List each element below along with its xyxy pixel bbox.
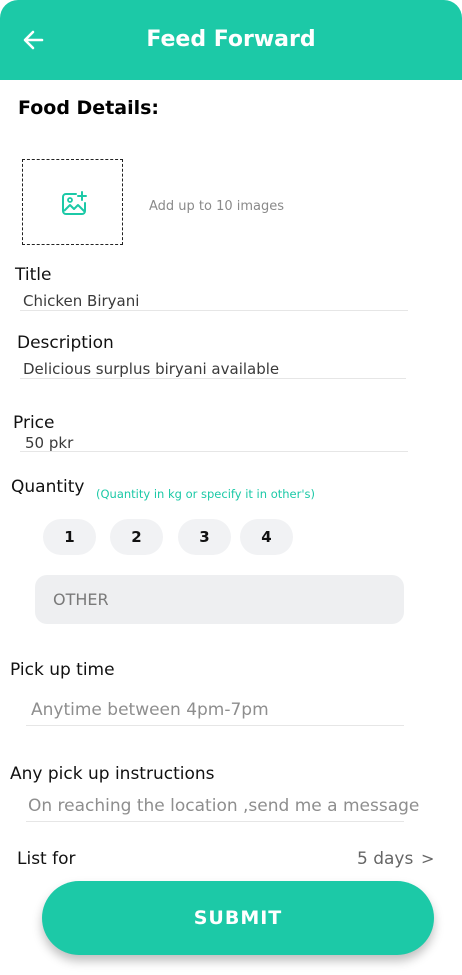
app-header: Feed Forward	[0, 0, 462, 80]
description-underline	[20, 378, 406, 379]
quantity-option-3[interactable]: 3	[178, 519, 231, 555]
section-title: Food Details:	[18, 97, 160, 119]
price-underline	[20, 451, 408, 452]
image-plus-icon	[62, 191, 87, 215]
quantity-option-1[interactable]: 1	[43, 519, 96, 555]
quantity-option-2[interactable]: 2	[110, 519, 163, 555]
title-label: Title	[15, 265, 52, 285]
instructions-underline	[26, 821, 404, 822]
chevron-right-icon[interactable]: >	[421, 849, 434, 868]
title-underline	[20, 310, 408, 311]
pickup-time-underline	[26, 725, 404, 726]
quantity-option-4[interactable]: 4	[240, 519, 293, 555]
list-for-label: List for	[17, 849, 76, 869]
price-label: Price	[13, 413, 55, 433]
image-upload-box[interactable]	[22, 159, 123, 245]
description-label: Description	[17, 333, 114, 353]
description-input[interactable]: Delicious surplus biryani available	[23, 360, 279, 378]
title-input[interactable]: Chicken Biryani	[23, 292, 139, 310]
instructions-input[interactable]: On reaching the location ,send me a mess…	[28, 796, 419, 816]
upload-hint: Add up to 10 images	[149, 199, 285, 214]
quantity-label: Quantity	[11, 477, 85, 497]
price-input[interactable]: 50 pkr	[25, 434, 73, 452]
list-for-value[interactable]: 5 days	[357, 849, 413, 869]
page-title: Feed Forward	[146, 27, 316, 52]
pickup-time-label: Pick up time	[10, 660, 115, 680]
pickup-time-input[interactable]: Anytime between 4pm-7pm	[31, 700, 269, 720]
quantity-other-input[interactable]: OTHER	[35, 575, 404, 624]
submit-button[interactable]: SUBMIT	[42, 881, 434, 955]
instructions-label: Any pick up instructions	[10, 764, 215, 784]
quantity-hint: (Quantity in kg or specify it in other's…	[96, 487, 315, 501]
